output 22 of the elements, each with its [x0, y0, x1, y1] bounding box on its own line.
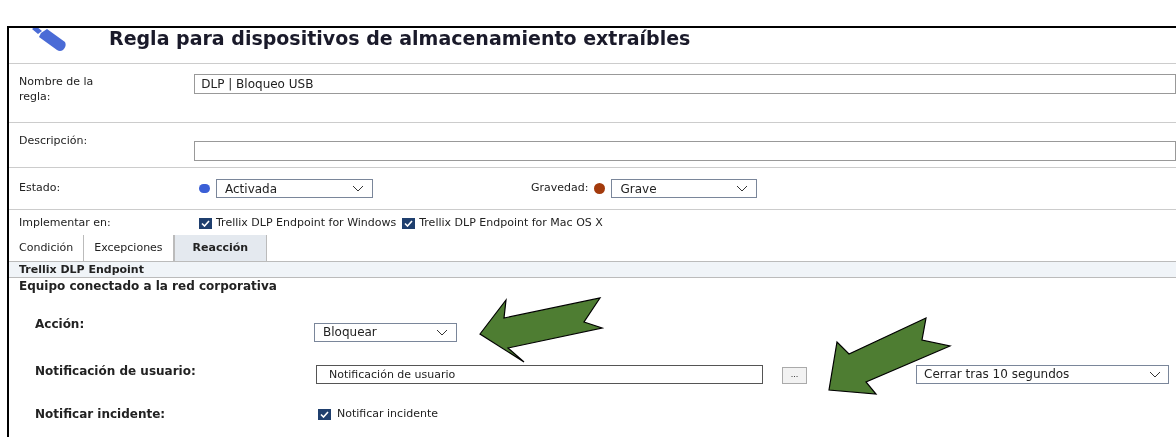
field-label: Estado: [18, 180, 62, 197]
field-label: Gravedad: [531, 180, 589, 197]
rule-name-field[interactable]: DLP | Bloqueo USB [194, 74, 1176, 94]
tab[interactable]: Reacción [173, 235, 268, 261]
section-header: Trellix DLP Endpoint [9, 262, 1176, 278]
status-dropdown[interactable]: Activada [216, 179, 373, 198]
notification-field[interactable]: Notificación de usuario [316, 364, 763, 384]
browse-button[interactable]: ... [782, 366, 807, 384]
duration-dropdown[interactable]: Cerrar tras 10 segundos [916, 364, 1169, 384]
checkbox-label: Trellix DLP Endpoint for Windows [216, 214, 397, 231]
field-label: Notificar incidente: [34, 406, 167, 423]
field-label: Implementar en: [18, 214, 112, 231]
section-title: Equipo conectado a la red corporativa [18, 278, 278, 294]
dialog-title: Regla para dispositivos de almacenamiento extraíbles [109, 26, 691, 52]
field-label: Nombre de la regla: [18, 74, 95, 104]
checkbox-label: Notificar incidente [337, 405, 438, 422]
field-label: Descripción: [18, 133, 89, 149]
field-label: Acción: [34, 316, 86, 333]
field-label: Notificación de usuario: [34, 363, 197, 380]
checkbox-label: Trellix DLP Endpoint for Mac OS X [419, 214, 603, 231]
action-dropdown[interactable]: Bloquear [314, 322, 457, 342]
severity-dropdown[interactable]: Grave [611, 179, 758, 198]
